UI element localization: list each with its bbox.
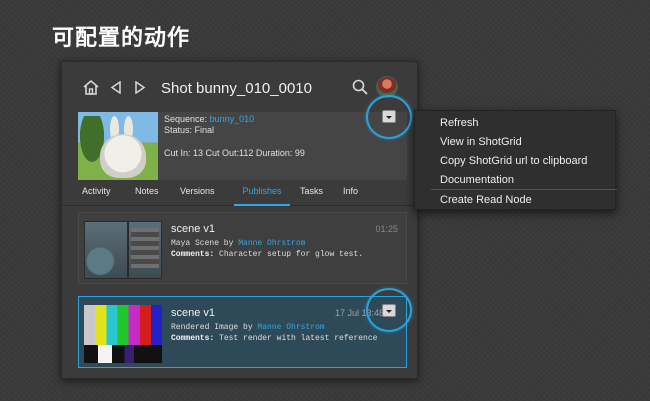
tab-publishes[interactable]: Publishes bbox=[234, 182, 290, 206]
tab-tasks[interactable]: Tasks bbox=[300, 182, 323, 206]
publish-type-text: Maya Scene by bbox=[171, 239, 239, 248]
menu-item-documentation[interactable]: Documentation bbox=[440, 174, 514, 186]
comments-label: Comments: bbox=[171, 334, 215, 343]
publish-card[interactable]: scene v1 01:25 Maya Scene by Manne Ohrst… bbox=[78, 212, 407, 284]
publish-thumbnail bbox=[84, 305, 162, 363]
publish-title: scene v1 bbox=[171, 307, 216, 319]
highlight-circle bbox=[366, 95, 412, 139]
author-link[interactable]: Manne Ohrstrom bbox=[238, 239, 305, 248]
publish-comments: Comments: Character setup for glow test. bbox=[171, 250, 363, 259]
nav-bar: Shot bunny_010_0010 bbox=[62, 62, 417, 106]
publish-type: Maya Scene by Manne Ohrstrom bbox=[171, 239, 305, 248]
status-label: Status: bbox=[164, 125, 193, 135]
forward-icon[interactable] bbox=[134, 80, 146, 99]
slide-title: 可配置的动作 bbox=[52, 26, 191, 51]
publish-card-selected[interactable]: scene v1 17 Jul 13:48 Rendered Image by … bbox=[78, 296, 407, 368]
cut-info: Cut In: 13 Cut Out:112 Duration: 99 bbox=[164, 148, 305, 158]
sequence-link[interactable]: bunny_010 bbox=[210, 114, 255, 124]
back-icon[interactable] bbox=[110, 80, 122, 99]
menu-item-view-in-shotgrid[interactable]: View in ShotGrid bbox=[440, 136, 522, 148]
actions-context-menu: Refresh View in ShotGrid Copy ShotGrid u… bbox=[414, 110, 617, 210]
shotgrid-panel: Shot bunny_010_0010 Sequence: bunny_010 … bbox=[61, 61, 418, 379]
comments-label: Comments: bbox=[171, 250, 215, 259]
entity-thumbnail bbox=[78, 112, 158, 180]
publish-date: 01:25 bbox=[375, 224, 398, 234]
tab-info[interactable]: Info bbox=[343, 182, 358, 206]
tab-activity[interactable]: Activity bbox=[82, 182, 111, 206]
menu-separator bbox=[431, 189, 617, 190]
publish-type: Rendered Image by Manne Ohrstrom bbox=[171, 323, 325, 332]
publish-title: scene v1 bbox=[171, 223, 216, 235]
comments-text: Test render with latest reference bbox=[219, 334, 378, 343]
highlight-circle bbox=[366, 288, 412, 332]
publish-comments: Comments: Test render with latest refere… bbox=[171, 334, 377, 343]
menu-item-copy-url[interactable]: Copy ShotGrid url to clipboard bbox=[440, 155, 587, 167]
tab-notes[interactable]: Notes bbox=[135, 182, 159, 206]
author-link[interactable]: Manne Ohrstrom bbox=[257, 323, 324, 332]
entity-info: Sequence: bunny_010 Status: Final Cut In… bbox=[78, 112, 407, 180]
search-icon[interactable] bbox=[352, 79, 368, 100]
publish-thumbnail bbox=[84, 221, 162, 279]
entity-details: Sequence: bunny_010 Status: Final Cut In… bbox=[164, 114, 305, 159]
page-title: Shot bunny_010_0010 bbox=[161, 80, 312, 97]
menu-item-refresh[interactable]: Refresh bbox=[440, 117, 479, 129]
publish-type-text: Rendered Image by bbox=[171, 323, 258, 332]
tab-versions[interactable]: Versions bbox=[180, 182, 215, 206]
sequence-label: Sequence: bbox=[164, 114, 208, 124]
comments-text: Character setup for glow test. bbox=[219, 250, 364, 259]
status-value: Final bbox=[194, 125, 215, 135]
menu-item-create-read-node[interactable]: Create Read Node bbox=[440, 194, 532, 206]
home-icon[interactable] bbox=[82, 79, 100, 100]
tab-bar: Activity Notes Versions Publishes Tasks … bbox=[62, 182, 417, 206]
